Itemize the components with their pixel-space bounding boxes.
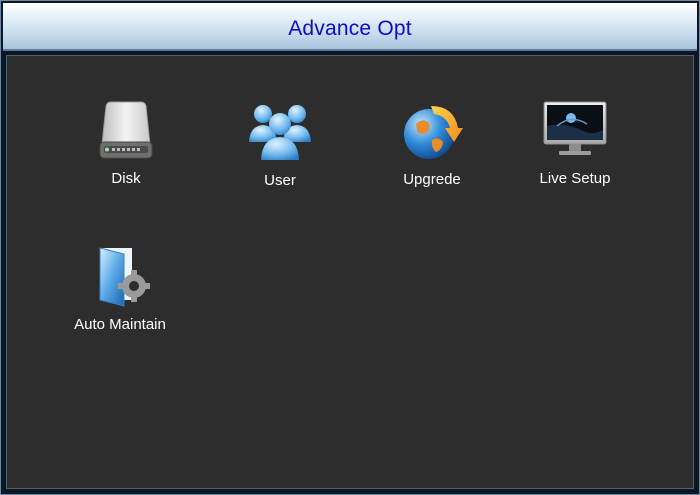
auto-maintain-icon bbox=[99, 247, 150, 307]
menu-panel: Disk User Upgrede Live Setup Auto Mainta… bbox=[6, 55, 694, 489]
users-icon bbox=[249, 105, 311, 160]
menu-item-live-setup[interactable]: Live Setup bbox=[510, 100, 640, 187]
advance-opt-window: Advance Opt Disk User Upgrede Live Setup… bbox=[0, 0, 700, 495]
menu-item-auto-maintain[interactable]: Auto Maintain bbox=[55, 244, 185, 333]
menu-item-disk[interactable]: Disk bbox=[61, 100, 191, 187]
menu-item-label: Upgrede bbox=[403, 171, 461, 188]
title-bar: Advance Opt bbox=[3, 3, 697, 51]
disk-drive-icon bbox=[99, 101, 153, 159]
menu-item-label: Auto Maintain bbox=[74, 316, 166, 333]
monitor-icon bbox=[543, 101, 607, 155]
upgrade-globe-icon bbox=[404, 106, 463, 159]
menu-item-label: Live Setup bbox=[539, 170, 611, 187]
menu-item-label: User bbox=[264, 172, 296, 189]
window-title: Advance Opt bbox=[288, 17, 412, 40]
menu-item-label: Disk bbox=[111, 170, 141, 187]
menu-item-user[interactable]: User bbox=[215, 100, 345, 189]
menu-item-upgrade[interactable]: Upgrede bbox=[367, 100, 497, 188]
